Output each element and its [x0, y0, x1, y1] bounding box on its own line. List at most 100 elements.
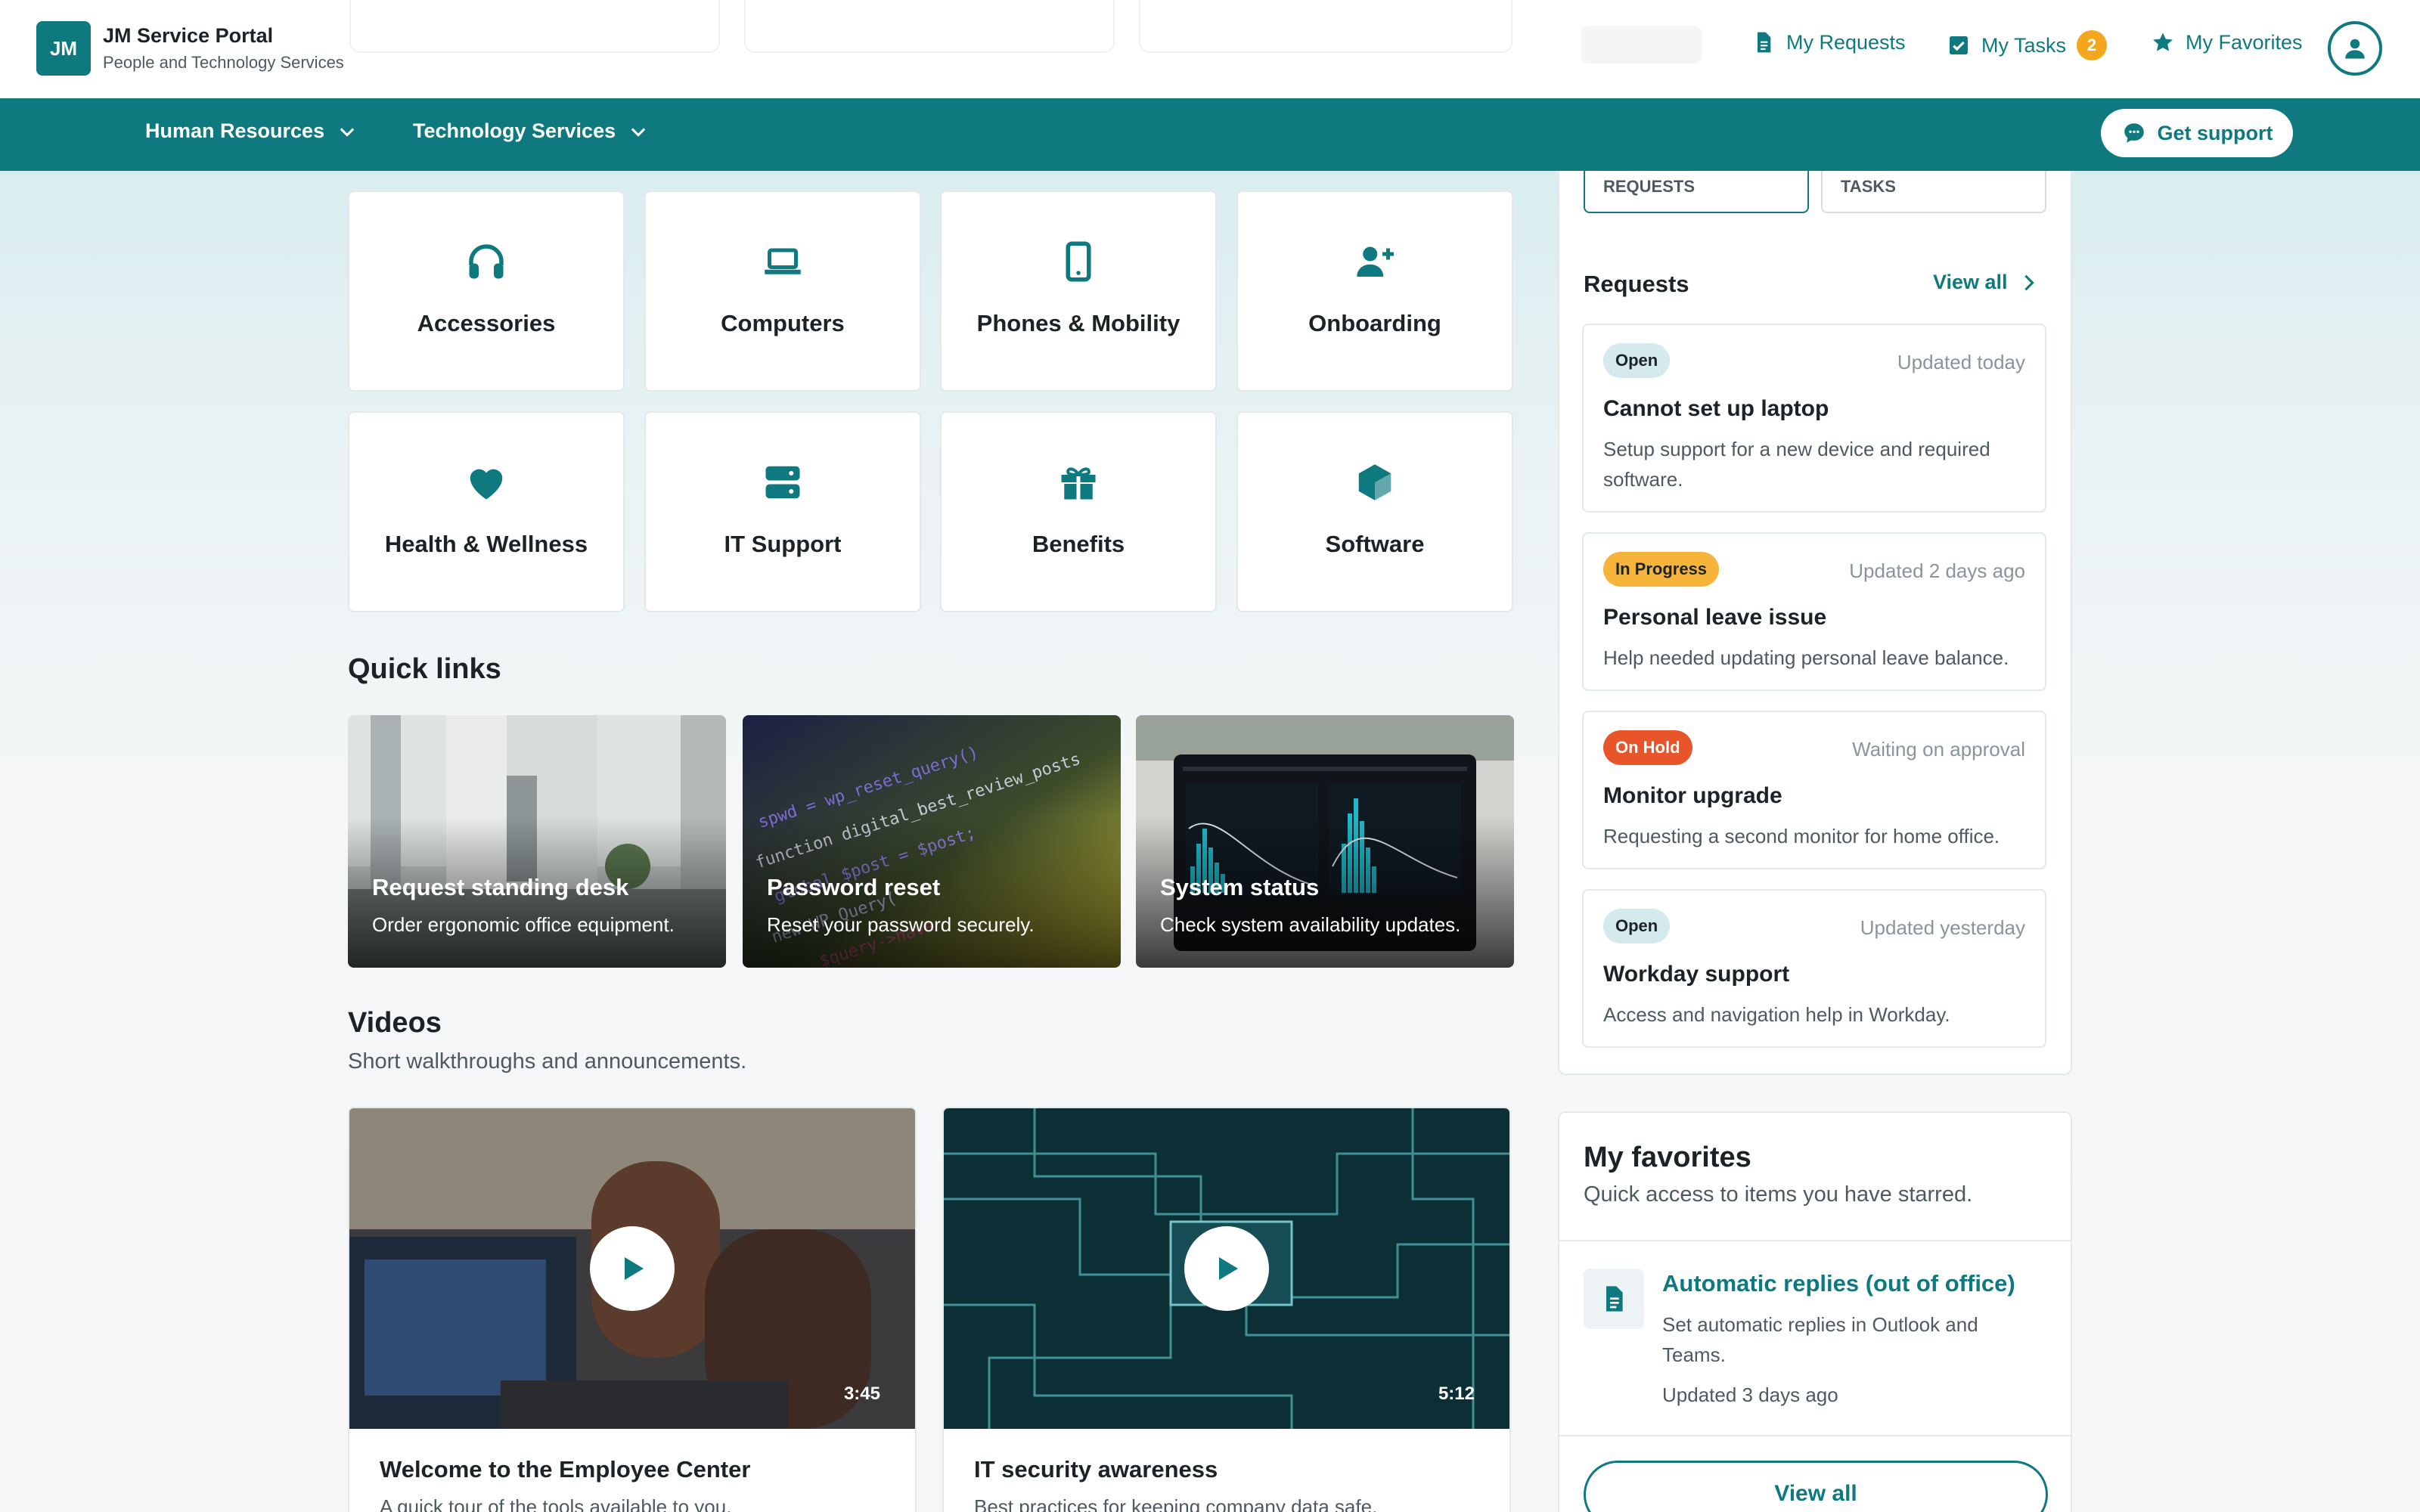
favorite-item-icon [1584, 1269, 1644, 1329]
category-phones-mobility[interactable]: Phones & Mobility [940, 191, 1217, 392]
request-description: Help needed updating personal leave bala… [1603, 646, 2009, 669]
my-requests-link[interactable]: My Requests [1751, 30, 1906, 54]
category-onboarding[interactable]: Onboarding [1236, 191, 1513, 392]
videos-subtitle: Short walkthroughs and announcements. [348, 1049, 747, 1074]
brand-subtitle: People and Technology Services [103, 53, 344, 72]
get-support-label: Get support [2157, 121, 2273, 144]
view-all-requests-link[interactable]: View all [1933, 271, 2040, 294]
category-label: IT Support [724, 531, 842, 557]
view-all-favorites-button[interactable]: View all [1584, 1461, 2048, 1512]
quick-link-password-reset[interactable]: spwd = wp_reset_query() function digital… [743, 715, 1121, 968]
header-ghost-tab [349, 0, 720, 53]
category-software[interactable]: Software [1236, 411, 1513, 612]
status-badge: Open [1603, 909, 1671, 943]
divider [1559, 1240, 2071, 1241]
user-plus-icon [1357, 246, 1394, 277]
category-benefits[interactable]: Benefits [940, 411, 1217, 612]
request-updated: Updated yesterday [1860, 916, 2025, 939]
request-card[interactable]: Open Updated today Cannot set up laptop … [1582, 324, 2046, 513]
chevron-down-icon [631, 127, 646, 137]
laptop-icon [765, 248, 801, 274]
get-support-button[interactable]: Get support [2101, 109, 2293, 157]
my-tasks-label: My Tasks [1981, 33, 2067, 57]
favorites-panel: My favorites Quick access to items you h… [1558, 1111, 2072, 1512]
quick-link-title: Request standing desk [372, 874, 629, 900]
video-description: A quick tour of the tools available to y… [380, 1495, 732, 1512]
category-it-support[interactable]: IT Support [644, 411, 921, 612]
request-card[interactable]: Open Updated yesterday Workday support A… [1582, 889, 2046, 1048]
request-title: Personal leave issue [1603, 605, 1827, 630]
category-label: Onboarding [1308, 310, 1441, 336]
user-icon [2345, 39, 2365, 59]
favorites-subtitle: Quick access to items you have starred. [1584, 1182, 1973, 1207]
view-all-label: View all [1933, 271, 2008, 293]
my-requests-label: My Requests [1786, 30, 1906, 54]
brand-logo[interactable]: JM [36, 21, 91, 76]
my-tasks-link[interactable]: My Tasks 2 [1947, 30, 2108, 60]
status-badge: In Progress [1603, 552, 1720, 587]
request-description: Requesting a second monitor for home off… [1603, 825, 2000, 847]
nav-label: Human Resources [145, 119, 325, 142]
nav-technology-services[interactable]: Technology Services [413, 119, 649, 143]
phone-icon [1066, 241, 1091, 282]
video-title: Welcome to the Employee Center [380, 1456, 751, 1483]
category-label: Benefits [1032, 531, 1125, 557]
my-favorites-label: My Favorites [2186, 30, 2303, 54]
header-ghost-tab [1139, 0, 1512, 53]
play-button[interactable] [590, 1226, 675, 1311]
header-ghost-tab [744, 0, 1115, 53]
quick-link-title: Password reset [767, 874, 941, 900]
video-duration: 5:12 [1438, 1383, 1475, 1404]
play-icon [625, 1257, 644, 1280]
document-icon [1606, 1286, 1623, 1312]
my-favorites-link[interactable]: My Favorites [2151, 30, 2303, 54]
nav-human-resources[interactable]: Human Resources [145, 119, 358, 143]
category-computers[interactable]: Computers [644, 191, 921, 392]
status-badge: On Hold [1603, 730, 1692, 765]
cube-icon [1358, 464, 1392, 500]
quick-link-standing-desk[interactable]: Request standing desk Order ergonomic of… [348, 715, 726, 968]
favorites-heading: My favorites [1584, 1142, 1751, 1173]
quick-link-system-status[interactable]: System status Check system availability … [1136, 715, 1514, 968]
chevron-right-icon [2024, 274, 2034, 290]
quick-link-description: Check system availability updates. [1160, 913, 1461, 936]
favorite-item-updated: Updated 3 days ago [1662, 1383, 1838, 1406]
category-label: Computers [721, 310, 845, 336]
request-updated: Updated today [1897, 351, 2025, 373]
headphones-icon [469, 244, 504, 279]
request-card[interactable]: In Progress Updated 2 days ago Personal … [1582, 532, 2046, 691]
tab-tasks[interactable]: TASKS [1821, 171, 2046, 213]
status-badge: Open [1603, 343, 1671, 378]
favorite-item-link[interactable]: Automatic replies (out of office) [1662, 1270, 2015, 1297]
video-title: IT security awareness [974, 1456, 1218, 1483]
nav-label: Technology Services [413, 119, 616, 142]
tasks-count-badge: 2 [2077, 30, 2108, 60]
tab-requests[interactable]: REQUESTS [1584, 171, 1809, 213]
divider [1559, 1435, 2071, 1436]
video-card[interactable]: 5:12 IT security awareness Best practice… [942, 1107, 1511, 1512]
request-title: Cannot set up laptop [1603, 396, 1829, 421]
category-accessories[interactable]: Accessories [348, 191, 625, 392]
main-navigation: Human Resources Technology Services [0, 98, 2420, 171]
heart-icon [470, 469, 503, 500]
request-card[interactable]: On Hold Waiting on approval Monitor upgr… [1582, 711, 2046, 869]
user-avatar[interactable] [2328, 21, 2382, 76]
chevron-down-icon [340, 127, 355, 137]
category-label: Health & Wellness [384, 531, 588, 557]
checkbox-icon [1950, 36, 1968, 54]
video-description: Best practices for keeping company data … [974, 1495, 1378, 1512]
quick-links-heading: Quick links [348, 653, 501, 685]
chat-icon [2124, 123, 2144, 143]
play-button[interactable] [1184, 1226, 1269, 1311]
request-title: Monitor upgrade [1603, 783, 1782, 808]
request-description: Setup support for a new device and requi… [1603, 438, 1990, 491]
brand-title[interactable]: JM Service Portal [103, 24, 273, 48]
gift-icon [1061, 467, 1096, 500]
document-icon [1758, 32, 1771, 53]
video-card[interactable]: 3:45 Welcome to the Employee Center A qu… [348, 1107, 917, 1512]
video-duration: 3:45 [843, 1383, 880, 1404]
favorite-item-description: Set automatic replies in Outlook and Tea… [1662, 1313, 1978, 1366]
header-placeholder [1581, 26, 1702, 64]
request-title: Workday support [1603, 962, 1790, 987]
category-health-wellness[interactable]: Health & Wellness [348, 411, 625, 612]
